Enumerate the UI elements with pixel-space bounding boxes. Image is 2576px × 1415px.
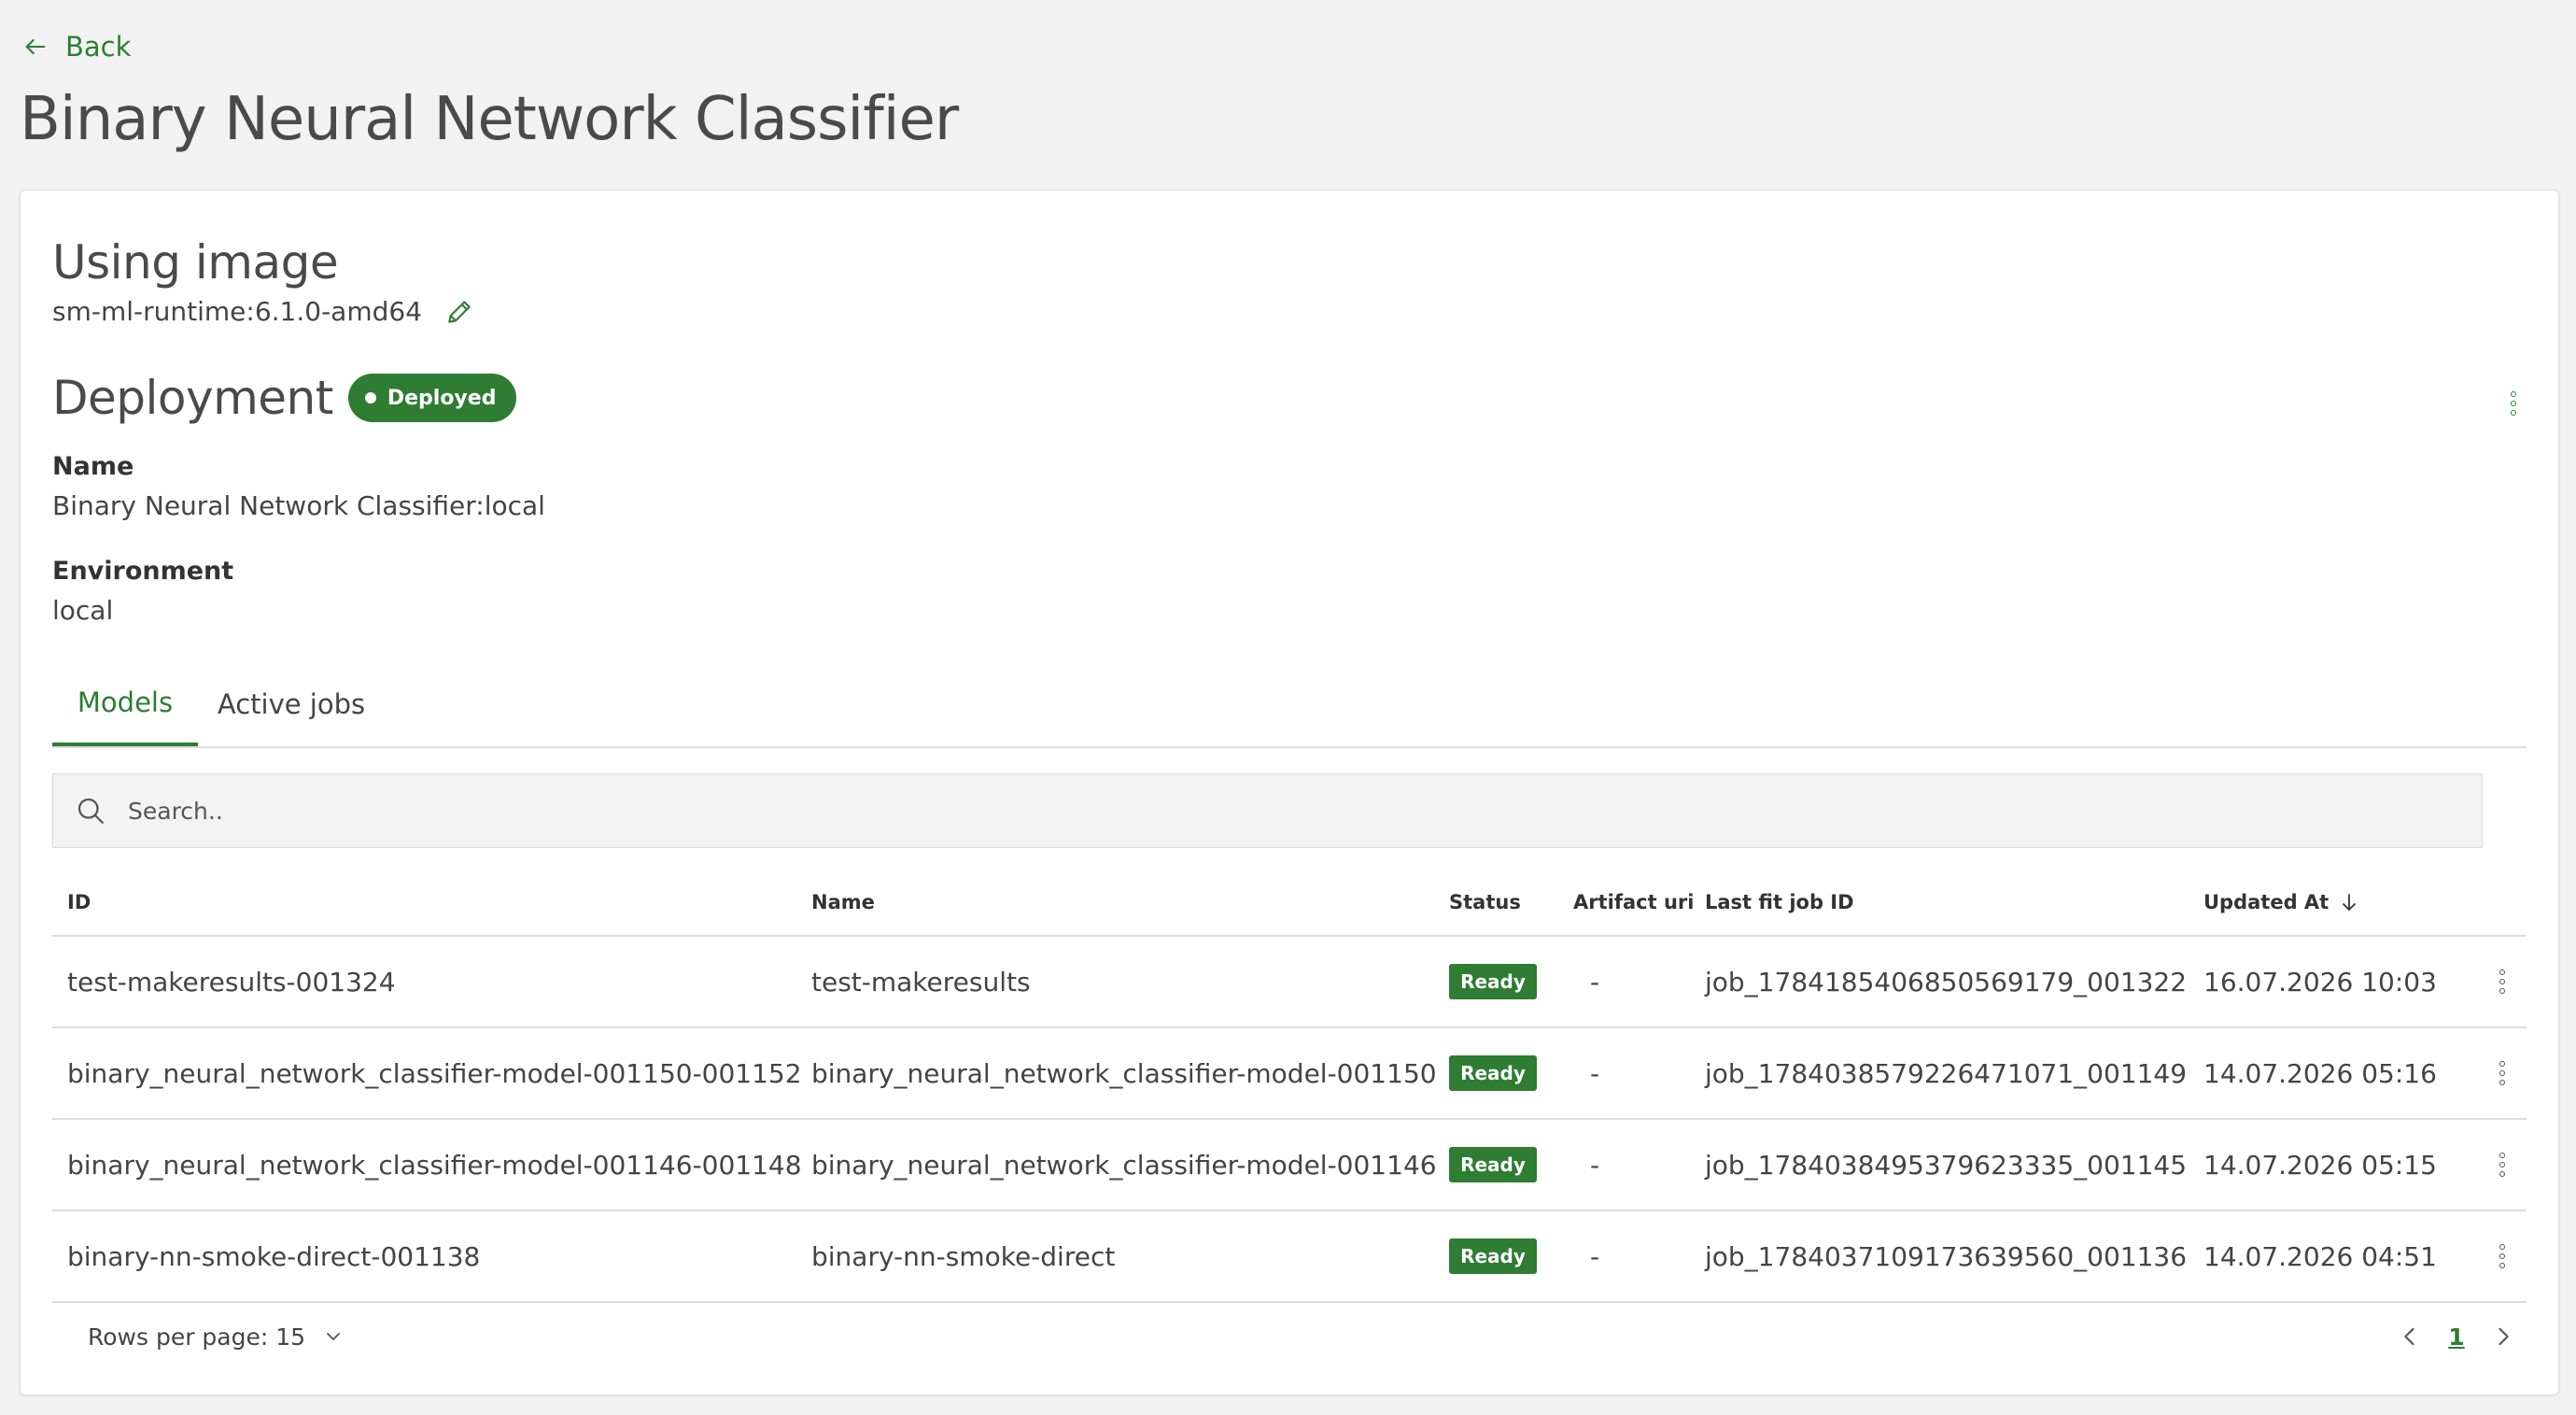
row-menu [2484, 937, 2521, 1026]
search-box [52, 773, 2483, 848]
back-label: Back [65, 31, 132, 63]
table-row[interactable]: binary_neural_network_classifier-model-0… [52, 1028, 2527, 1120]
row-menu-kebab-icon[interactable] [2484, 1054, 2521, 1092]
column-header-updated-at-label: Updated At [2203, 891, 2330, 913]
deployment-menu-kebab-icon[interactable] [2495, 385, 2532, 422]
pencil-icon[interactable] [444, 297, 474, 327]
column-header-artifact-uri[interactable]: Artifact uri [1573, 870, 1694, 935]
page-title: Binary Neural Network Classifier [20, 85, 959, 154]
tab-active-jobs[interactable]: Active jobs [198, 662, 385, 746]
image-name: sm-ml-runtime:6.1.0-amd64 [52, 296, 423, 327]
row-artifact-uri: - [1590, 966, 1600, 998]
column-header-name[interactable]: Name [811, 870, 875, 935]
row-updated-at: 16.07.2026 10:03 [2203, 966, 2437, 998]
row-menu [2484, 1211, 2521, 1301]
row-status: Ready [1449, 1028, 1537, 1118]
row-artifact-uri: - [1590, 1057, 1600, 1089]
column-header-updated-at[interactable]: Updated At [2203, 870, 2360, 935]
deployment-name-label: Name [52, 452, 134, 481]
using-image-heading: Using image [52, 235, 339, 290]
row-last-fit-job-id: job_1784037109173639560_001136 [1705, 1240, 2188, 1272]
row-name: test-makeresults [811, 966, 1031, 998]
row-name: binary_neural_network_classifier-model-0… [811, 1057, 1437, 1089]
rows-per-page-select[interactable]: Rows per page: 15 [88, 1304, 345, 1369]
row-menu-kebab-icon[interactable] [2484, 1238, 2521, 1275]
table-row[interactable]: test-makeresults-001324 test-makeresults… [52, 937, 2527, 1028]
deployment-name-value: Binary Neural Network Classifier:local [52, 490, 545, 521]
row-menu [2484, 1120, 2521, 1210]
search-icon [74, 794, 107, 828]
status-pill: Ready [1449, 964, 1537, 999]
row-id: binary-nn-smoke-direct-001138 [67, 1240, 481, 1272]
row-updated-at: 14.07.2026 04:51 [2203, 1240, 2437, 1272]
table-row[interactable]: binary-nn-smoke-direct-001138 binary-nn-… [52, 1211, 2527, 1303]
row-name: binary_neural_network_classifier-model-0… [811, 1149, 1437, 1181]
status-pill: Ready [1449, 1055, 1537, 1091]
row-menu-kebab-icon[interactable] [2484, 1146, 2521, 1183]
table-row[interactable]: binary_neural_network_classifier-model-0… [52, 1120, 2527, 1211]
column-header-last-fit-job-id[interactable]: Last fit job ID [1705, 870, 1854, 935]
row-menu-kebab-icon[interactable] [2484, 963, 2521, 1000]
row-menu [2484, 1028, 2521, 1118]
status-badge-label: Deployed [387, 386, 497, 410]
model-details-card: Using image sm-ml-runtime:6.1.0-amd64 De… [20, 190, 2559, 1395]
back-link[interactable]: Back [22, 28, 131, 65]
deployment-heading: Deployment [52, 371, 333, 425]
arrow-down-icon [2338, 891, 2360, 913]
row-id: binary_neural_network_classifier-model-0… [67, 1149, 802, 1181]
row-name: binary-nn-smoke-direct [811, 1240, 1116, 1272]
chevron-down-icon [322, 1325, 345, 1348]
status-badge: Deployed [347, 374, 517, 422]
search-input[interactable] [126, 796, 2371, 826]
row-last-fit-job-id: job_1784038579226471071_001149 [1705, 1057, 2188, 1089]
environment-value: local [52, 595, 114, 626]
row-last-fit-job-id: job_1784038495379623335_001145 [1705, 1149, 2188, 1181]
column-header-status[interactable]: Status [1449, 870, 1521, 935]
column-header-id[interactable]: ID [67, 870, 91, 935]
status-dot-icon [364, 392, 376, 403]
row-id: test-makeresults-001324 [67, 966, 396, 998]
pagination: 1 [2386, 1304, 2527, 1369]
table-footer: Rows per page: 15 1 [52, 1304, 2527, 1369]
tab-bar: Models Active jobs [52, 662, 2527, 748]
tab-models[interactable]: Models [52, 662, 198, 746]
table-header: ID Name Status Artifact uri Last fit job… [52, 870, 2527, 937]
environment-label: Environment [52, 557, 234, 586]
arrow-left-icon [22, 34, 49, 60]
status-pill: Ready [1449, 1147, 1537, 1182]
deployment-row: Deployment Deployed [52, 368, 517, 428]
page-number-current[interactable]: 1 [2433, 1313, 2480, 1360]
row-updated-at: 14.07.2026 05:15 [2203, 1149, 2437, 1181]
status-pill: Ready [1449, 1238, 1537, 1274]
row-last-fit-job-id: job_1784185406850569179_001322 [1705, 966, 2188, 998]
row-artifact-uri: - [1590, 1240, 1600, 1272]
row-status: Ready [1449, 1211, 1537, 1301]
row-updated-at: 14.07.2026 05:16 [2203, 1057, 2437, 1089]
row-artifact-uri: - [1590, 1149, 1600, 1181]
chevron-left-icon[interactable] [2386, 1313, 2433, 1360]
row-status: Ready [1449, 937, 1537, 1026]
chevron-right-icon[interactable] [2480, 1313, 2527, 1360]
row-id: binary_neural_network_classifier-model-0… [67, 1057, 802, 1089]
image-row: sm-ml-runtime:6.1.0-amd64 [52, 296, 474, 327]
row-status: Ready [1449, 1120, 1537, 1210]
rows-per-page-label: Rows per page: 15 [88, 1323, 306, 1351]
